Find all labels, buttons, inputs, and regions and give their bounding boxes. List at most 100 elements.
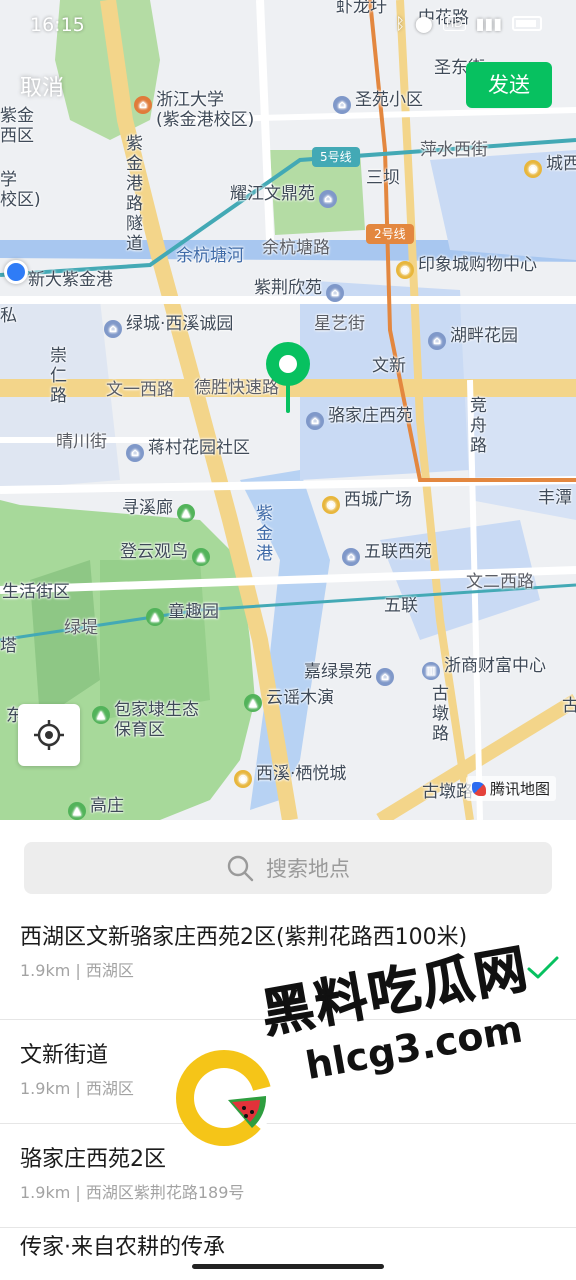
residence-icon: ⌂: [428, 332, 446, 350]
park-icon: ▲: [146, 608, 164, 626]
map-label-lvdi: 绿堤: [64, 618, 98, 638]
send-button[interactable]: 发送: [466, 62, 552, 108]
status-icons: ᛒ ⬤ HD ▮▮▮: [395, 14, 542, 33]
map-poi-zjdx[interactable]: ⌂ 浙江大学 (紫金港校区): [134, 90, 254, 130]
map-label-si: 私: [0, 306, 17, 326]
map-poi-lvcheng[interactable]: ⌂ 绿城·西溪诚园: [104, 314, 233, 338]
park-icon: ▲: [68, 802, 86, 820]
map-label-gudun: 古墩路: [432, 684, 449, 744]
map-poi-jiangcun[interactable]: ⌂ 蒋村花园社区: [126, 438, 250, 462]
tencent-map-logo-icon: [472, 782, 486, 796]
map-label-xinda: 新大紫金港: [28, 270, 113, 290]
park-icon: ▲: [192, 548, 210, 566]
result-item-1[interactable]: 西湖区文新骆家庄西苑2区(紫荆花路西100米) 1.9km | 西湖区: [0, 916, 576, 1020]
map-poi-yinxiangcheng[interactable]: ◉ 印象城购物中心: [396, 255, 537, 279]
map-poi-dengyun[interactable]: 登云观鸟 ▲: [120, 542, 214, 566]
map-poi-chengxi[interactable]: ◉ 城西: [524, 154, 576, 178]
map-view[interactable]: 虾龙圩 中花路 圣东街 ⌂ 浙江大学 (紫金港校区) 紫金 西区 学 校区) ⌂ 圣…: [0, 0, 576, 820]
map-label-xue: 学 校区): [0, 170, 41, 210]
result-title: 西湖区文新骆家庄西苑2区(紫荆花路西100米): [20, 925, 468, 950]
map-station-sanba: 三坝: [366, 168, 400, 188]
search-icon: [227, 855, 254, 882]
result-item-4[interactable]: 传家·来自农耕的传承: [0, 1228, 576, 1280]
map-label-gu: 古: [562, 696, 576, 716]
map-label-ta: 塔: [0, 636, 17, 656]
map-poi-gaozhuang[interactable]: ▲ 高庄: [68, 796, 124, 820]
result-item-2[interactable]: 文新街道 1.9km | 西湖区: [0, 1020, 576, 1124]
park-icon: ▲: [244, 694, 262, 712]
map-poi-yunyao[interactable]: ▲ 云谣木演: [244, 688, 334, 712]
residence-icon: ⌂: [319, 190, 337, 208]
selected-check-icon: [527, 956, 559, 979]
map-label-zijin-west: 紫金 西区: [0, 106, 34, 146]
map-poi-luojiazhuang[interactable]: ⌂ 骆家庄西苑: [306, 406, 413, 430]
map-label-yuhang-tanglu: 余杭塘路: [262, 238, 330, 258]
residence-icon: ⌂: [333, 96, 351, 114]
map-poi-jialvjing[interactable]: 嘉绿景苑 ⌂: [304, 662, 398, 686]
search-placeholder: 搜索地点: [266, 857, 350, 881]
map-poi-hupan[interactable]: ⌂ 湖畔花园: [428, 326, 518, 350]
map-poi-xunxi[interactable]: 寻溪廊 ▲: [122, 498, 199, 522]
map-poi-zijing-xinyuan[interactable]: 紫荆欣苑 ⌂: [254, 278, 348, 302]
park-icon: ▲: [177, 504, 195, 522]
map-label-chongren: 崇仁路: [50, 346, 67, 406]
map-label-pingshui: 萍水西街: [420, 140, 488, 160]
map-label-zijingang-river: 紫金港: [256, 504, 273, 564]
cancel-button[interactable]: 取消: [20, 70, 64, 102]
residence-icon: ⌂: [104, 320, 122, 338]
map-poi-tongqu[interactable]: ▲ 童趣园: [146, 602, 219, 626]
metro-line5-badge: 5号线: [312, 147, 360, 167]
result-title: 文新街道: [20, 1043, 109, 1068]
map-poi-shengyuan[interactable]: ⌂ 圣苑小区: [333, 90, 423, 114]
result-subtitle: 1.9km | 西湖区: [20, 1079, 134, 1098]
result-subtitle: 1.9km | 西湖区紫荆花路189号: [20, 1183, 245, 1202]
bluetooth-icon: ᛒ: [395, 14, 405, 33]
map-provider-brand: 腾讯地图: [466, 776, 557, 801]
crosshair-icon: [34, 720, 64, 750]
status-time: 16:15: [30, 14, 85, 36]
map-label-zijingang-tunnel: 紫金港路隧道: [126, 134, 143, 254]
locate-me-button[interactable]: [18, 704, 80, 766]
office-icon: ▥: [422, 662, 440, 680]
map-poi-xixi-qiyue[interactable]: ◉ 西溪·栖悦城: [234, 764, 346, 788]
map-label-jingzhou: 竞舟路: [470, 396, 487, 456]
hd-icon: HD: [442, 16, 466, 31]
signal-icon: ▮▮▮: [475, 14, 502, 33]
home-indicator[interactable]: [192, 1264, 384, 1269]
map-poi-wulian-xiyuan[interactable]: ⌂ 五联西苑: [342, 542, 432, 566]
map-label-xingyi: 星艺街: [314, 314, 365, 334]
map-poi-baojia[interactable]: ▲ 包家埭生态 保育区: [92, 700, 199, 740]
map-station-wulian: 五联: [384, 596, 418, 616]
result-title: 骆家庄西苑2区: [20, 1147, 166, 1172]
shopping-icon: ◉: [322, 496, 340, 514]
school-icon: ⌂: [134, 96, 152, 114]
shopping-icon: ◉: [396, 261, 414, 279]
location-results-panel: 搜索地点 西湖区文新骆家庄西苑2区(紫荆花路西100米) 1.9km | 西湖区…: [0, 820, 576, 1280]
park-icon: ▲: [92, 706, 110, 724]
result-item-3[interactable]: 骆家庄西苑2区 1.9km | 西湖区紫荆花路189号: [0, 1124, 576, 1228]
map-label-yuhang-tanghe: 余杭塘河: [176, 246, 244, 266]
map-label-wenersilu: 文二西路: [466, 572, 534, 592]
residence-icon: ⌂: [342, 548, 360, 566]
search-input[interactable]: 搜索地点: [24, 842, 552, 894]
map-label-qingchuan: 晴川街: [56, 432, 107, 452]
result-subtitle: 1.9km | 西湖区: [20, 961, 134, 980]
location-icon: ⬤: [414, 14, 433, 33]
map-poi-xicheng[interactable]: ◉ 西城广场: [322, 490, 412, 514]
map-station-wenxin: 文新: [372, 356, 406, 376]
current-location-dot: [4, 260, 28, 284]
map-label-wenyi-west: 文一西路: [106, 380, 174, 400]
battery-icon: [512, 16, 542, 31]
metro-line2-badge: 2号线: [366, 224, 414, 244]
location-pin-icon: [266, 342, 310, 413]
residence-icon: ⌂: [326, 284, 344, 302]
result-title: 传家·来自农耕的传承: [20, 1235, 225, 1260]
map-label-shenghuo: 生活街区: [2, 582, 70, 602]
shopping-icon: ◉: [524, 160, 542, 178]
residence-icon: ⌂: [126, 444, 144, 462]
residence-icon: ⌂: [376, 668, 394, 686]
map-poi-yaojiang[interactable]: 耀江文鼎苑 ⌂: [230, 184, 341, 208]
status-bar: 16:15 ᛒ ⬤ HD ▮▮▮: [0, 0, 576, 52]
shopping-icon: ◉: [234, 770, 252, 788]
map-poi-zheshang[interactable]: ▥ 浙商财富中心: [422, 656, 546, 680]
